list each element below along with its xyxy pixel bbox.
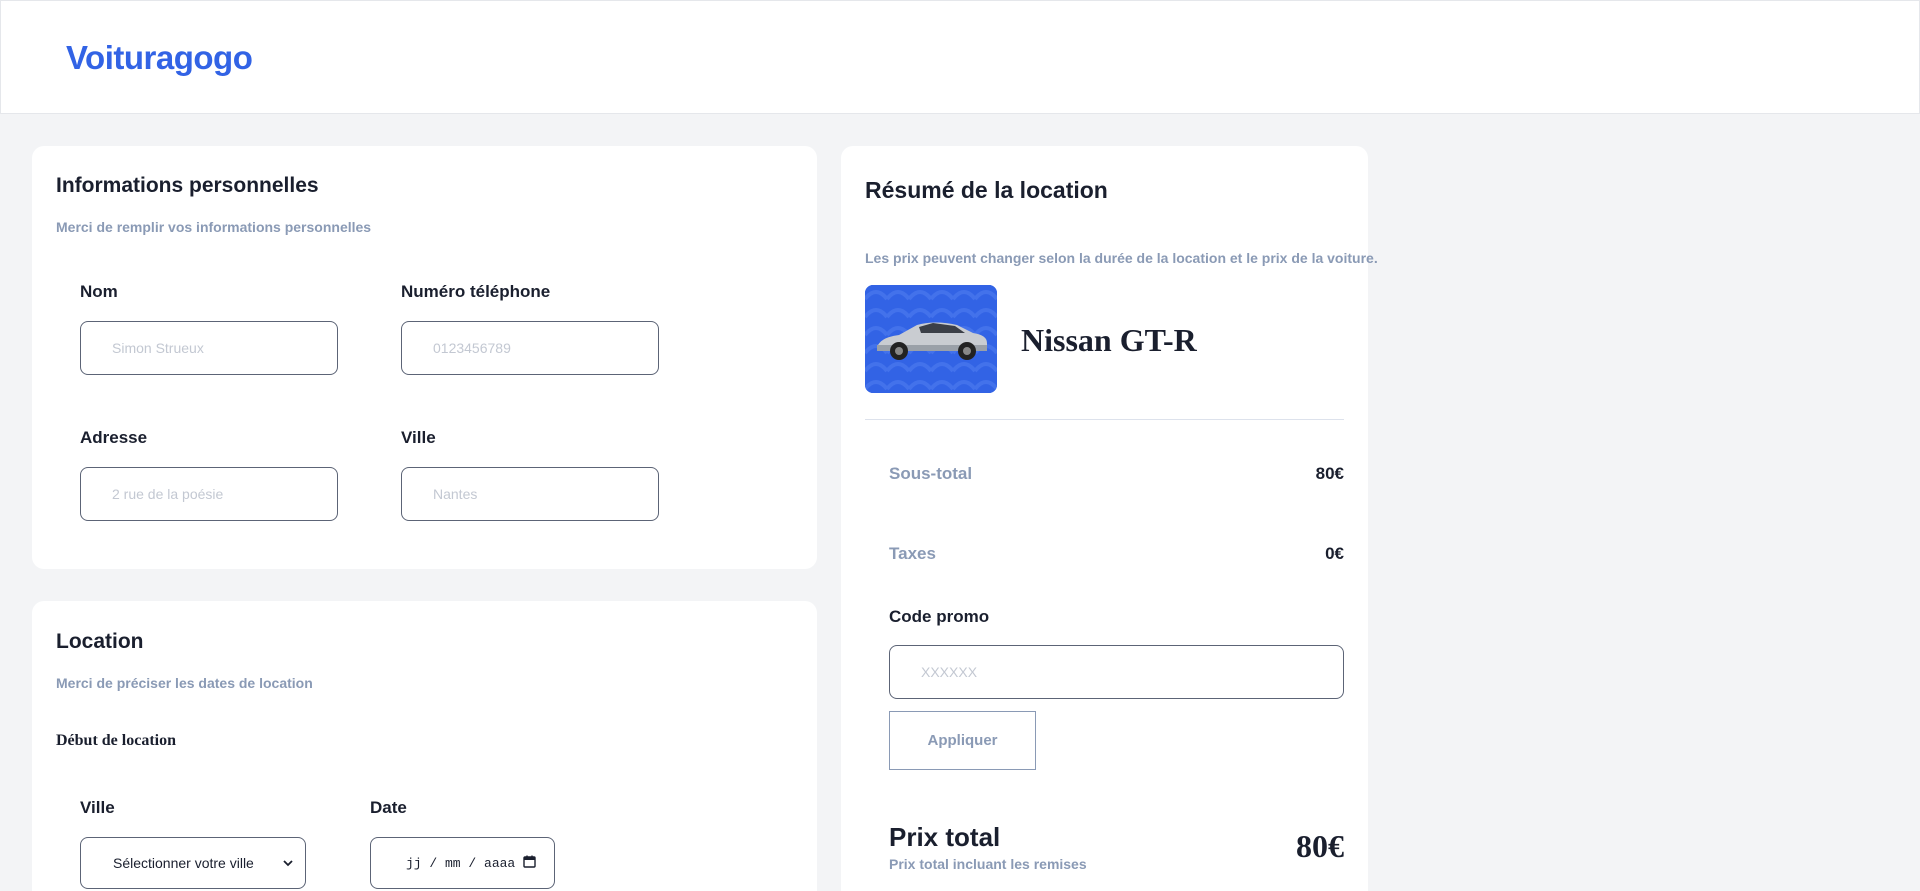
total-price-label: Prix total	[889, 822, 1001, 852]
location-card: Location Merci de préciser les dates de …	[32, 601, 817, 891]
promo-code-input[interactable]	[889, 645, 1344, 699]
summary-note: Les prix peuvent changer selon la durée …	[865, 250, 1378, 266]
brand-logo[interactable]: Voituragogo	[66, 39, 253, 77]
promo-label: Code promo	[889, 607, 990, 626]
ville-label: Ville	[401, 428, 436, 447]
subtotal-label: Sous-total	[889, 464, 973, 483]
personal-info-title: Informations personnelles	[56, 174, 319, 197]
ville-select-value: Sélectionner votre ville	[113, 855, 254, 871]
subtotal-value: 80€	[1315, 464, 1344, 483]
calendar-icon[interactable]	[523, 855, 536, 872]
location-title: Location	[56, 630, 144, 653]
adresse-input[interactable]	[80, 467, 338, 521]
total-price-value: 80€	[1296, 828, 1344, 864]
taxes-label: Taxes	[889, 544, 936, 563]
taxes-value: 0€	[1325, 544, 1344, 563]
adresse-label: Adresse	[80, 428, 148, 447]
ville-input[interactable]	[401, 467, 659, 521]
apply-promo-button[interactable]: Appliquer	[889, 711, 1036, 770]
location-ville-label: Ville	[80, 798, 115, 817]
date-placeholder: jj / mm / aaaa	[406, 855, 516, 871]
rental-summary-card: Résumé de la location Les prix peuvent c…	[841, 146, 1378, 891]
nom-label: Nom	[80, 282, 118, 301]
car-photo	[865, 285, 997, 393]
summary-title: Résumé de la location	[865, 177, 1108, 203]
total-price-subtitle: Prix total incluant les remises	[889, 856, 1087, 872]
location-subtitle: Merci de préciser les dates de location	[56, 675, 313, 691]
phone-label: Numéro téléphone	[401, 282, 551, 301]
date-label: Date	[370, 798, 407, 817]
personal-info-subtitle: Merci de remplir vos informations person…	[56, 219, 372, 235]
ville-select[interactable]: Sélectionner votre ville	[80, 837, 306, 889]
phone-input[interactable]	[401, 321, 659, 375]
nom-input[interactable]	[80, 321, 338, 375]
start-date-input[interactable]: jj / mm / aaaa	[370, 837, 555, 889]
start-location-label: Début de location	[56, 732, 176, 749]
chevron-down-icon	[283, 855, 293, 871]
personal-info-card: Informations personnelles Merci de rempl…	[32, 146, 817, 569]
summary-divider	[865, 419, 1344, 420]
top-header: Voituragogo	[0, 0, 1920, 114]
car-name: Nissan GT-R	[1021, 322, 1197, 358]
